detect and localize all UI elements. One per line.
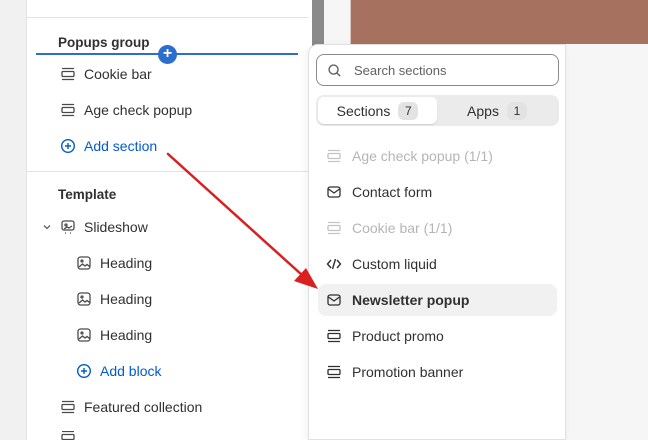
section-icon	[326, 364, 342, 380]
tab-apps[interactable]: Apps 1	[437, 97, 557, 124]
tab-sections[interactable]: Sections 7	[318, 97, 437, 124]
plus-circle-icon	[76, 363, 92, 379]
tree-item-label: Age check popup	[84, 102, 193, 118]
left-gutter	[0, 0, 26, 440]
tab-label: Apps	[467, 102, 499, 119]
option-cookie-bar: Cookie bar (1/1)	[318, 212, 557, 244]
option-contact-form[interactable]: Contact form	[318, 176, 557, 208]
option-label: Newsletter popup	[352, 292, 470, 308]
slideshow-icon	[60, 219, 76, 235]
tree-block-label: Heading	[100, 327, 153, 343]
search-icon	[328, 63, 341, 77]
option-label: Cookie bar (1/1)	[352, 220, 453, 236]
tree-item-slideshow[interactable]: Slideshow	[42, 215, 148, 239]
add-block-button[interactable]: Add block	[76, 359, 161, 383]
top-divider	[26, 17, 308, 18]
option-custom-liquid[interactable]: Custom liquid	[318, 248, 557, 280]
section-icon	[60, 399, 76, 415]
section-icon	[60, 431, 76, 440]
preview-image	[350, 0, 648, 44]
option-label: Promotion banner	[352, 364, 464, 380]
add-section-label: Add section	[84, 138, 158, 154]
picker-tabs: Sections 7 Apps 1	[316, 95, 559, 126]
tree-item-label: Featured collection	[84, 399, 203, 415]
chevron-down-icon[interactable]	[42, 219, 52, 235]
popups-group-title: Popups group	[58, 34, 150, 50]
tab-count-badge: 7	[398, 101, 419, 120]
add-block-label: Add block	[100, 363, 162, 379]
section-icon	[60, 66, 76, 82]
image-icon	[76, 327, 92, 343]
image-icon	[76, 291, 92, 307]
insert-plus-icon[interactable]: +	[158, 45, 177, 64]
mail-icon	[326, 184, 342, 200]
plus-circle-icon	[60, 138, 76, 154]
tree-block-label: Heading	[100, 291, 153, 307]
tree-item-label: Cookie bar	[84, 66, 152, 82]
search-box[interactable]	[316, 54, 559, 86]
option-label: Contact form	[352, 184, 433, 200]
tab-label: Sections	[336, 102, 391, 119]
option-label: Product promo	[352, 328, 444, 344]
tab-count-badge: 1	[506, 101, 527, 120]
image-icon	[76, 255, 92, 271]
tree-item-label: Slideshow	[84, 219, 148, 235]
search-input[interactable]	[354, 62, 544, 78]
tree-block-label: Heading	[100, 255, 153, 271]
option-promotion-banner[interactable]: Promotion banner	[318, 356, 557, 388]
tree-item-cookie-bar[interactable]: Cookie bar	[60, 62, 152, 86]
option-age-check-popup: Age check popup (1/1)	[318, 140, 557, 172]
tree-item-featured-collection[interactable]: Featured collection	[60, 395, 202, 419]
tree-block-heading[interactable]: Heading	[76, 287, 152, 311]
section-icon	[60, 102, 76, 118]
option-newsletter-popup[interactable]: Newsletter popup	[318, 284, 557, 316]
code-icon	[326, 256, 342, 272]
option-label: Age check popup (1/1)	[352, 148, 493, 164]
template-group-title: Template	[58, 186, 117, 202]
section-icon	[326, 220, 342, 236]
tree-block-heading[interactable]: Heading	[76, 323, 152, 347]
tree-item-partial[interactable]	[60, 431, 84, 440]
option-product-promo[interactable]: Product promo	[318, 320, 557, 352]
section-icon	[326, 328, 342, 344]
tree-block-heading[interactable]: Heading	[76, 251, 152, 275]
tree-item-age-check-popup[interactable]: Age check popup	[60, 98, 192, 122]
mail-icon	[326, 292, 342, 308]
group-divider	[26, 171, 308, 172]
option-label: Custom liquid	[352, 256, 437, 272]
add-section-button[interactable]: Add section	[60, 134, 157, 158]
section-icon	[326, 148, 342, 164]
